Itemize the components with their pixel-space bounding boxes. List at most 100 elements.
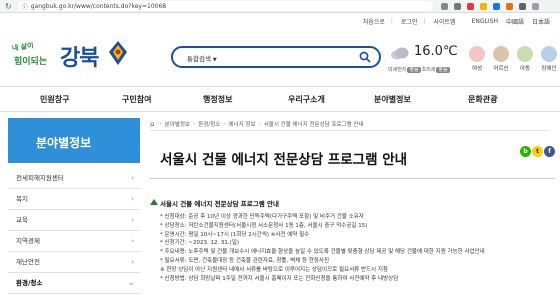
- detail-line: * 신청방법: 상담 희망날짜 1주일 전까지 서울시 홈페이지 또는 전화신청…: [160, 275, 399, 282]
- extension-icons: [440, 2, 539, 10]
- util-sitemap-link[interactable]: 사이트맵: [434, 17, 456, 26]
- breadcrumb-separator: ›: [223, 120, 226, 127]
- nav-district-intro[interactable]: 우리구소개: [288, 94, 325, 105]
- ultrafine-label: 초미세: [421, 67, 436, 73]
- persona-label: 여성: [471, 66, 483, 72]
- blog-icon[interactable]: b: [520, 146, 531, 157]
- chevron-right-icon: ›: [131, 237, 134, 245]
- url-text: gangbuk.go.kr/www/contents.do?key=10068: [30, 2, 167, 10]
- detail-line: * 주요내용: 노후주택 및 건물 개보수시 에너지효율 향상을 높일 수 있도…: [160, 249, 485, 256]
- util-japanese-link[interactable]: 日本語: [532, 17, 550, 26]
- sidebar-item-jeonse-support[interactable]: 전세피해지원센터 ›: [8, 168, 140, 189]
- reload-icon[interactable]: ↻: [5, 0, 12, 13]
- sidebar-item-local-economy[interactable]: 지역경제 ›: [8, 231, 140, 252]
- chevron-down-icon: ⌄: [128, 279, 134, 287]
- site-logo[interactable]: 내 삶이 힘이되는 강북: [12, 36, 132, 76]
- weather-widget: 16.0℃ 미세먼지 좋음 초미세 좋음: [388, 44, 458, 76]
- util-home-link[interactable]: 처음으로: [363, 17, 385, 26]
- section-bullet-icon: [150, 199, 158, 205]
- breadcrumb-separator: ›: [192, 120, 196, 127]
- sidebar-item-label: 환경/청소: [16, 279, 43, 287]
- sidebar-item-label: 전세피해지원센터: [16, 174, 64, 182]
- extension-orange-icon[interactable]: [505, 2, 513, 10]
- sidebar-item-disaster-safety[interactable]: 재난안전 ›: [8, 252, 140, 273]
- persona-women[interactable]: 여성: [466, 46, 488, 72]
- extension-red-icon[interactable]: [466, 2, 474, 10]
- breadcrumb-separator: ›: [159, 120, 162, 127]
- sidebar-item-environment[interactable]: 환경/청소 ⌄: [8, 273, 140, 294]
- info-icon[interactable]: ⓘ: [22, 2, 28, 11]
- child-icon: [517, 46, 533, 62]
- sidebar-item-welfare[interactable]: 복지 ›: [8, 189, 140, 210]
- detail-line: ※ 현장 상담이 아닌 지원센터 내에서 서류를 바탕으로 이루어지는 상담이므…: [160, 266, 388, 273]
- home-icon[interactable]: ⌂: [150, 120, 154, 128]
- nav-civil-affairs[interactable]: 민원창구: [40, 94, 69, 105]
- sidebar-item-label: 교육: [16, 216, 28, 224]
- chevron-down-icon: ▼: [212, 57, 217, 63]
- persona-seniors[interactable]: 어르신: [490, 46, 512, 72]
- dust-status-badge: 좋음: [407, 67, 421, 73]
- logo-slogan-line1: 내 삶이: [11, 41, 35, 53]
- woman-icon: [469, 46, 485, 62]
- side-panel-icon[interactable]: [531, 2, 539, 10]
- search-scope-label: 통합검색: [187, 55, 211, 63]
- logo-name: 강북: [60, 46, 99, 71]
- air-quality: 미세먼지 좋음 초미세 좋음: [388, 66, 451, 73]
- chevron-right-icon: ›: [131, 258, 134, 266]
- persona-disabled[interactable]: 장애인: [538, 46, 560, 72]
- disabled-icon: [541, 46, 557, 62]
- address-bar[interactable]: ⓘ gangbuk.go.kr/www/contents.do?key=1006…: [17, 1, 433, 11]
- detail-line: * 상담장소: 저탄소건물지원센터(서울시청 서소문청사 1동 1층, 서울시 …: [160, 222, 368, 229]
- breadcrumb-current: 서울시 건물 에너지 전문상담 프로그램 안내: [263, 121, 364, 128]
- ultrafine-status-badge: 좋음: [436, 67, 450, 73]
- sidebar-title: 분야별정보: [8, 118, 140, 163]
- sidebar-item-label: 복지: [16, 195, 28, 203]
- util-english-link[interactable]: ENGLISH: [472, 18, 498, 25]
- nav-administration[interactable]: 행정정보: [203, 94, 232, 105]
- cloud-icon: [391, 47, 409, 60]
- detail-line: * 운영시간: 평일 10시~17시 (1회당 2시간씩) ※사전 예약 필수: [160, 231, 310, 238]
- site-header: 내 삶이 힘이되는 강북 통합검색 ▼ 16.0℃ 미세먼지 좋음 초미세 좋음…: [0, 30, 560, 85]
- chevron-right-icon: ›: [131, 216, 134, 224]
- bookmark-star-icon[interactable]: [479, 2, 487, 10]
- kakao-icon[interactable]: t: [532, 146, 543, 157]
- persona-label: 장애인: [541, 66, 557, 72]
- sidebar-item-label: 재난안전: [16, 258, 40, 266]
- util-login-link[interactable]: 로그인: [401, 17, 418, 26]
- search-scope-select[interactable]: 통합검색 ▼: [187, 53, 217, 63]
- reader-icon[interactable]: [440, 2, 448, 10]
- search-box[interactable]: 통합검색 ▼: [171, 46, 381, 68]
- extension-blue-icon[interactable]: [492, 2, 500, 10]
- nav-culture-tourism[interactable]: 문화관광: [468, 94, 497, 105]
- breadcrumb: ⌂ › 분야별정보 › 환경/청소 › 에너지 정보 › 서울시 건물 에너지 …: [150, 117, 550, 131]
- dust-label: 미세먼지: [388, 67, 407, 73]
- persona-children[interactable]: 아동: [514, 46, 536, 72]
- gangbuk-emblem-icon: [109, 41, 127, 65]
- section-heading: 서울시 건물 에너지 전문상담 프로그램 안내: [160, 200, 279, 208]
- sidebar-item-label: 지역경제: [16, 237, 40, 245]
- breadcrumb-item[interactable]: 환경/청소: [198, 120, 220, 128]
- chevron-right-icon: ›: [131, 174, 134, 182]
- sidebar-item-education[interactable]: 교육 ›: [8, 210, 140, 231]
- detail-line: * 필요서류: 도면, 건축물대장 등 건축물 관련자료, 창틀, 벽체 등 현…: [160, 257, 330, 264]
- persona-label: 아동: [519, 66, 531, 72]
- chevron-right-icon: ›: [131, 195, 134, 203]
- search-icon[interactable]: [359, 51, 371, 63]
- senior-icon: [493, 46, 509, 62]
- nav-participation[interactable]: 구민참여: [122, 94, 151, 105]
- breadcrumb-item[interactable]: 분야별정보: [165, 120, 190, 128]
- util-chinese-link[interactable]: 中國語: [506, 17, 524, 26]
- page-title: 서울시 건물 에너지 전문상담 프로그램 안내: [160, 152, 408, 168]
- facebook-icon[interactable]: f: [544, 146, 555, 157]
- detail-line: * 신청대상: 준공 후 10년 이상 경과한 단독주택(다가구주택 포함) 및…: [160, 214, 364, 220]
- temperature: 16.0℃: [414, 44, 458, 59]
- share-icon[interactable]: [453, 2, 461, 10]
- sidebar-menu: 전세피해지원센터 › 복지 › 교육 › 지역경제 › 재난안전 › 환경/청소…: [8, 168, 140, 294]
- breadcrumb-item[interactable]: 에너지 정보: [228, 120, 255, 128]
- main-nav: 민원창구 구민참여 행정정보 우리구소개 분야별정보 문화관광: [0, 86, 560, 112]
- divider: |: [423, 18, 426, 25]
- program-details: * 신청대상: 준공 후 10년 이상 경과한 단독주택(다가구주택 포함) 및…: [160, 213, 555, 283]
- nav-field-info[interactable]: 분야별정보: [374, 94, 411, 105]
- puzzle-icon[interactable]: [518, 2, 526, 10]
- divider: |: [390, 18, 393, 25]
